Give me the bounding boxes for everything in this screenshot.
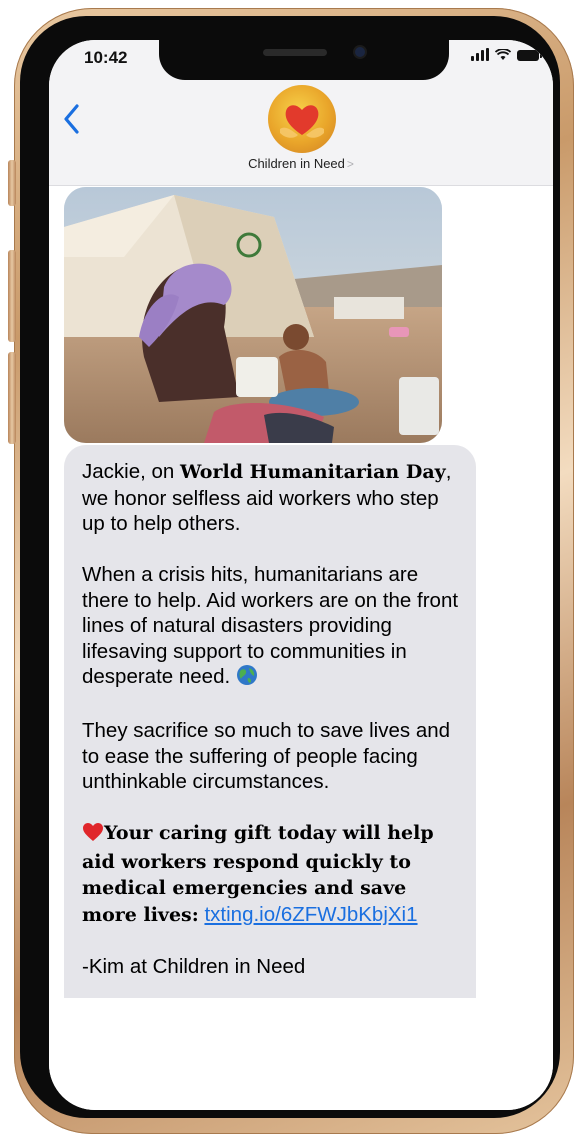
conversation-blank-area — [49, 998, 553, 1110]
wifi-icon — [495, 49, 511, 60]
message-bold-text: World Humanitarian Day — [180, 461, 446, 483]
message-paragraph-4: Your caring gift today will help aid wor… — [82, 820, 462, 928]
donation-link[interactable]: txting.io/6ZFWJbKbjXi1 — [204, 903, 417, 926]
battery-icon — [517, 49, 542, 61]
message-photo[interactable] — [64, 187, 442, 443]
heart-hands-icon — [280, 105, 324, 138]
message-paragraph-3: They sacrifice so much to save lives and… — [82, 719, 451, 793]
chevron-left-icon[interactable] — [61, 102, 83, 136]
volume-down-button — [8, 352, 16, 444]
notch — [159, 40, 449, 80]
message-signature: -Kim at Children in Need — [82, 954, 306, 978]
status-icons — [471, 48, 542, 61]
speaker-grille — [263, 49, 327, 56]
status-time: 10:42 — [84, 48, 128, 67]
globe-icon — [236, 664, 258, 693]
volume-up-button — [8, 250, 16, 342]
aid-camp-photo — [64, 187, 442, 443]
message-text: When a crisis hits, humanitarians are th… — [82, 563, 459, 688]
signal-icon — [471, 48, 489, 61]
contact-avatar[interactable] — [268, 85, 336, 153]
phone-screen: Children in Need > 10:42 Jackie, on Worl… — [49, 40, 553, 1110]
red-heart-icon — [82, 822, 104, 849]
contact-name-label: Children in Need — [248, 156, 345, 171]
front-camera — [355, 47, 365, 57]
contact-name[interactable]: Children in Need > — [49, 156, 553, 171]
mute-switch — [8, 160, 16, 206]
message-paragraph-1: Jackie, on World Humanitarian Day, we ho… — [82, 459, 462, 537]
message-text: Jackie, on — [82, 460, 180, 483]
message-bubble[interactable]: Jackie, on World Humanitarian Day, we ho… — [64, 445, 476, 1005]
message-paragraph-2: When a crisis hits, humanitarians are th… — [82, 562, 462, 693]
chevron-right-icon: > — [346, 157, 354, 171]
